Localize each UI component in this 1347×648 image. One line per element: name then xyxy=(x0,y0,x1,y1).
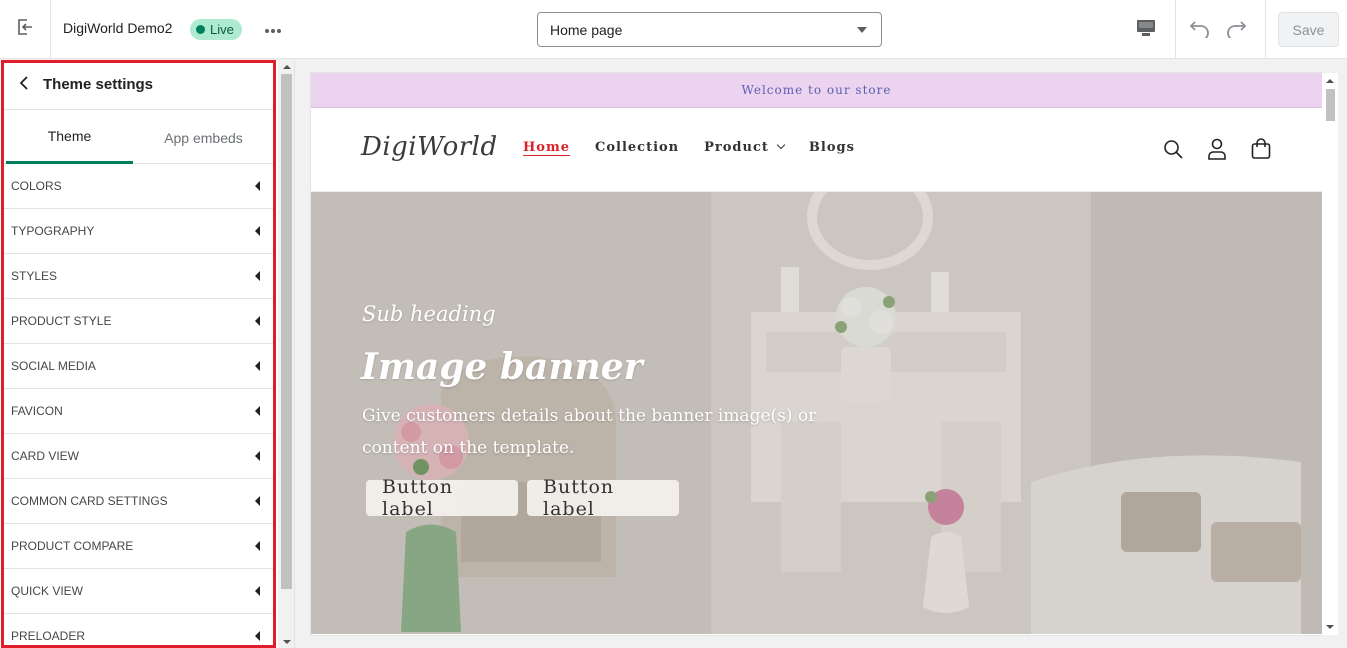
main-nav: Home Collection Product Blogs xyxy=(523,140,855,155)
exit-button[interactable] xyxy=(0,0,51,59)
undo-button[interactable] xyxy=(1185,15,1215,45)
panel-scrollbar[interactable] xyxy=(278,60,295,648)
setting-preloader[interactable]: PRELOADER xyxy=(4,614,274,648)
setting-favicon[interactable]: FAVICON xyxy=(4,389,274,434)
setting-product-style[interactable]: PRODUCT STYLE xyxy=(4,299,274,344)
setting-common-card-settings[interactable]: COMMON CARD SETTINGS xyxy=(4,479,274,524)
toolbar-divider xyxy=(1265,0,1266,59)
caret-left-icon xyxy=(255,631,260,641)
banner-title: Image banner xyxy=(361,346,643,388)
tab-theme[interactable]: Theme xyxy=(6,111,133,164)
banner-description: Give customers details about the banner … xyxy=(362,406,817,458)
editor-topbar: DigiWorld Demo2 Live Home page Save xyxy=(0,0,1347,59)
setting-label: FAVICON xyxy=(11,404,63,418)
setting-label: COLORS xyxy=(11,179,62,193)
setting-label: PRODUCT COMPARE xyxy=(11,539,134,553)
live-dot-icon xyxy=(196,25,205,34)
setting-label: STYLES xyxy=(11,269,58,283)
live-status-badge: Live xyxy=(190,19,242,40)
caret-left-icon xyxy=(255,316,260,326)
setting-quick-view[interactable]: QUICK VIEW xyxy=(4,569,274,614)
undo-icon xyxy=(1189,18,1211,43)
theme-settings-panel: Theme settings Theme App embeds COLORS T… xyxy=(0,60,278,648)
settings-list: COLORS TYPOGRAPHY STYLES PRODUCT STYLE S… xyxy=(4,164,274,648)
chevron-left-icon xyxy=(19,75,29,95)
live-badge-label: Live xyxy=(210,22,234,37)
save-button[interactable]: Save xyxy=(1278,12,1339,47)
caret-left-icon xyxy=(255,541,260,551)
caret-left-icon xyxy=(255,496,260,506)
banner-button-1[interactable]: Button label xyxy=(366,476,518,520)
page-selector[interactable]: Home page xyxy=(537,12,882,47)
tab-app-embeds[interactable]: App embeds xyxy=(137,111,270,164)
store-header: DigiWorld Home Collection Product Blogs xyxy=(311,108,1322,192)
nav-blogs[interactable]: Blogs xyxy=(809,140,855,155)
search-icon[interactable] xyxy=(1162,138,1184,160)
setting-label: PRODUCT STYLE xyxy=(11,314,112,328)
desktop-icon xyxy=(1136,19,1156,42)
panel-title: Theme settings xyxy=(43,76,154,93)
device-toggle-button[interactable] xyxy=(1131,15,1161,45)
banner-button-2[interactable]: Button label xyxy=(527,476,679,520)
store-logo[interactable]: DigiWorld xyxy=(361,132,498,162)
preview-scrollbar[interactable] xyxy=(1322,73,1338,635)
caret-left-icon xyxy=(255,406,260,416)
scroll-down-icon[interactable] xyxy=(283,640,291,644)
scrollbar-thumb[interactable] xyxy=(1326,89,1335,121)
setting-label: QUICK VIEW xyxy=(11,584,84,598)
caret-left-icon xyxy=(255,361,260,371)
setting-typography[interactable]: TYPOGRAPHY xyxy=(4,209,274,254)
caret-down-icon xyxy=(857,27,867,33)
caret-left-icon xyxy=(255,451,260,461)
setting-label: PRELOADER xyxy=(11,629,86,643)
more-actions-button[interactable] xyxy=(258,16,288,44)
back-button[interactable] xyxy=(14,75,34,95)
setting-label: COMMON CARD SETTINGS xyxy=(11,494,168,508)
exit-icon xyxy=(16,18,34,41)
nav-home[interactable]: Home xyxy=(523,140,570,155)
setting-card-view[interactable]: CARD VIEW xyxy=(4,434,274,479)
store-name: DigiWorld Demo2 xyxy=(63,20,173,36)
banner-sub-heading: Sub heading xyxy=(362,302,496,326)
setting-social-media[interactable]: SOCIAL MEDIA xyxy=(4,344,274,389)
scrollbar-thumb[interactable] xyxy=(281,74,292,589)
nav-product[interactable]: Product xyxy=(704,140,784,155)
more-horizontal-icon xyxy=(264,21,282,39)
panel-tabs: Theme App embeds xyxy=(4,111,274,164)
toolbar-divider xyxy=(1175,0,1176,59)
caret-left-icon xyxy=(255,226,260,236)
redo-button[interactable] xyxy=(1221,15,1251,45)
scroll-down-icon[interactable] xyxy=(1326,625,1334,629)
image-banner: Sub heading Image banner Give customers … xyxy=(311,192,1322,634)
setting-label: SOCIAL MEDIA xyxy=(11,359,96,373)
setting-product-compare[interactable]: PRODUCT COMPARE xyxy=(4,524,274,569)
caret-left-icon xyxy=(255,181,260,191)
scroll-up-icon[interactable] xyxy=(283,65,291,69)
setting-label: TYPOGRAPHY xyxy=(11,224,95,238)
scroll-up-icon[interactable] xyxy=(1326,79,1334,83)
setting-colors[interactable]: COLORS xyxy=(4,164,274,209)
nav-collection[interactable]: Collection xyxy=(595,140,679,155)
setting-label: CARD VIEW xyxy=(11,449,80,463)
account-icon[interactable] xyxy=(1206,138,1228,160)
panel-header: Theme settings xyxy=(4,60,274,110)
announcement-bar[interactable]: Welcome to our store xyxy=(311,73,1322,108)
caret-left-icon xyxy=(255,586,260,596)
cart-icon[interactable] xyxy=(1250,138,1272,160)
redo-icon xyxy=(1225,18,1247,43)
store-preview: Welcome to our store DigiWorld Home Coll… xyxy=(311,73,1322,635)
page-selector-value: Home page xyxy=(550,21,623,38)
setting-styles[interactable]: STYLES xyxy=(4,254,274,299)
header-icons xyxy=(1162,138,1272,160)
caret-left-icon xyxy=(255,271,260,281)
